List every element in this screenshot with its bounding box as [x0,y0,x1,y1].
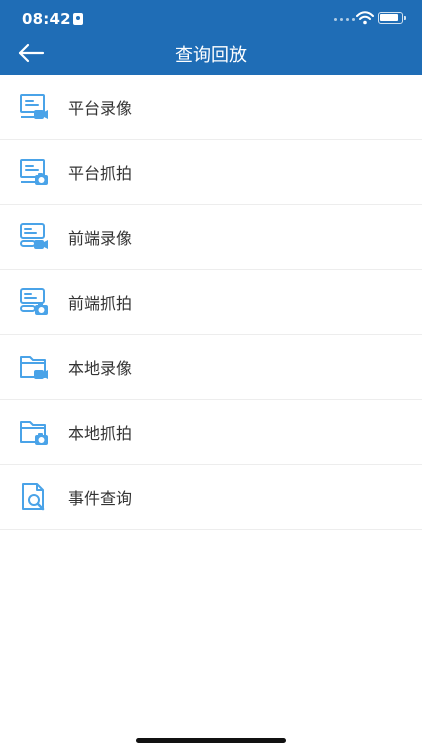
home-indicator[interactable] [136,738,286,743]
menu-item-frontend-snapshot[interactable]: 前端抓拍 [0,270,422,335]
menu-item-label: 前端录像 [68,229,133,248]
menu-item-label: 本地录像 [68,359,133,378]
nav-bar: 查询回放 [0,36,422,75]
frontend-snapshot-icon [20,288,48,315]
page-title: 查询回放 [175,45,247,66]
menu-item-local-snapshot[interactable]: 本地抓拍 [0,400,422,465]
query-menu-list: 平台录像 平台抓拍 前端录像 前端抓拍 本地录像 本地抓拍 事件查询 [0,75,422,530]
platform-video-icon [20,94,48,119]
menu-item-frontend-video[interactable]: 前端录像 [0,205,422,270]
menu-item-label: 平台录像 [68,99,133,118]
event-search-icon [22,483,45,511]
menu-item-local-video[interactable]: 本地录像 [0,335,422,400]
menu-item-platform-snapshot[interactable]: 平台抓拍 [0,140,422,205]
menu-item-label: 平台抓拍 [68,164,133,183]
battery-icon [378,12,406,24]
app-header: 08:42 查询回放 [0,0,422,75]
platform-snapshot-icon [20,159,48,185]
local-video-icon [20,356,48,379]
menu-item-label: 事件查询 [68,489,133,508]
local-snapshot-icon [20,421,48,445]
menu-item-label: 前端抓拍 [68,294,133,313]
sim-card-icon [73,13,83,25]
wifi-icon [356,11,374,25]
signal-dots-icon [334,18,355,21]
menu-item-event-search[interactable]: 事件查询 [0,465,422,530]
menu-item-platform-video[interactable]: 平台录像 [0,75,422,140]
status-time: 08:42 [22,10,71,28]
frontend-video-icon [20,223,48,249]
status-bar: 08:42 [0,0,422,36]
menu-item-label: 本地抓拍 [68,424,133,443]
